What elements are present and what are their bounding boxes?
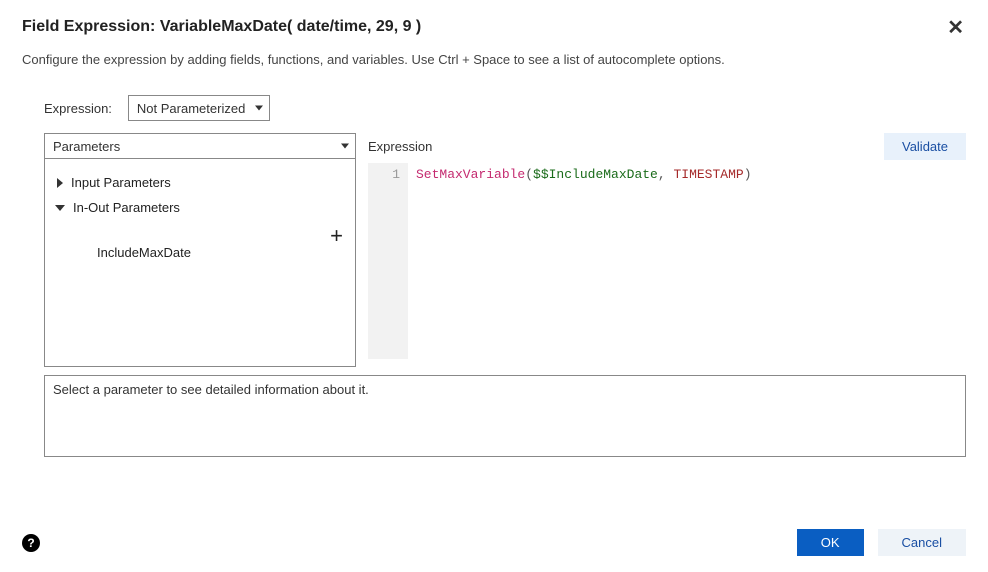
chevron-down-icon xyxy=(255,106,263,111)
editor-gutter: 1 xyxy=(368,163,408,359)
validate-button[interactable]: Validate xyxy=(884,133,966,160)
parameter-detail-panel: Select a parameter to see detailed infor… xyxy=(44,375,966,457)
chevron-down-icon xyxy=(341,144,349,149)
chevron-right-icon xyxy=(57,178,63,188)
ok-button[interactable]: OK xyxy=(797,529,864,556)
dialog-title: Field Expression: VariableMaxDate( date/… xyxy=(22,18,421,36)
parameters-category-value: Parameters xyxy=(53,139,120,154)
cancel-button[interactable]: Cancel xyxy=(878,529,966,556)
parameters-category-select[interactable]: Parameters xyxy=(44,133,356,159)
close-icon[interactable]: ✕ xyxy=(945,18,966,38)
tree-leaf-includemaxdate[interactable]: IncludeMaxDate xyxy=(97,245,345,260)
expression-editor-label: Expression xyxy=(368,139,432,154)
help-icon[interactable]: ? xyxy=(22,534,40,552)
detail-placeholder: Select a parameter to see detailed infor… xyxy=(53,382,369,397)
parameters-tree: Input Parameters In-Out Parameters Inclu… xyxy=(44,159,356,367)
token-punctuation: ) xyxy=(744,167,752,182)
line-number: 1 xyxy=(372,167,400,182)
expression-type-select[interactable]: Not Parameterized xyxy=(128,95,270,121)
add-parameter-button[interactable]: + xyxy=(330,225,343,247)
expression-type-value: Not Parameterized xyxy=(137,101,245,116)
tree-node-label: In-Out Parameters xyxy=(73,200,180,215)
tree-node-input-parameters[interactable]: Input Parameters xyxy=(55,173,345,192)
tree-node-inout-parameters[interactable]: In-Out Parameters xyxy=(55,198,345,217)
token-variable: $$IncludeMaxDate xyxy=(533,167,658,182)
dialog-subtitle: Configure the expression by adding field… xyxy=(22,52,966,67)
token-function: SetMaxVariable xyxy=(416,167,525,182)
token-keyword: TIMESTAMP xyxy=(673,167,743,182)
token-punctuation: , xyxy=(658,167,674,182)
tree-node-label: Input Parameters xyxy=(71,175,171,190)
chevron-down-icon xyxy=(55,205,65,211)
token-punctuation: ( xyxy=(525,167,533,182)
expression-type-label: Expression: xyxy=(44,101,112,116)
expression-editor[interactable]: 1 SetMaxVariable($$IncludeMaxDate, TIMES… xyxy=(368,163,966,359)
editor-content[interactable]: SetMaxVariable($$IncludeMaxDate, TIMESTA… xyxy=(408,163,760,359)
